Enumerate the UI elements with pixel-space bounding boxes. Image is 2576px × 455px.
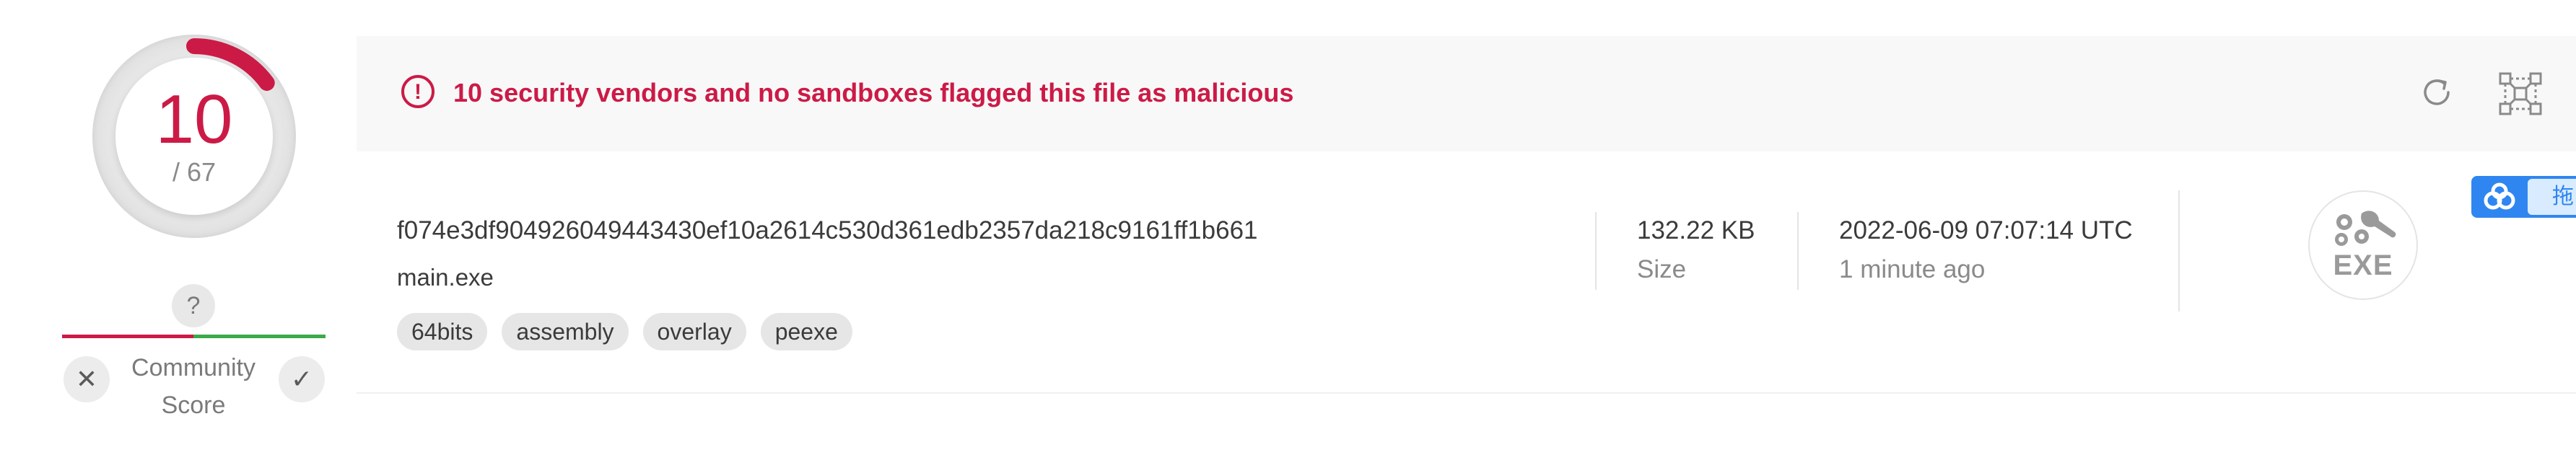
file-hash[interactable]: f074e3df904926049443430ef10a2614c530d361… — [397, 216, 1258, 245]
divider — [1797, 212, 1799, 290]
file-type-label: EXE — [2333, 249, 2393, 281]
file-tag[interactable]: assembly — [502, 313, 629, 350]
file-size-value: 132.22 KB — [1637, 216, 1755, 244]
community-score-value: ? — [172, 284, 215, 327]
side-widget-label[interactable]: 拖 — [2528, 179, 2576, 215]
exclamation-circle-icon: ! — [401, 75, 435, 108]
file-tag[interactable]: peexe — [760, 313, 852, 350]
file-tag[interactable]: overlay — [642, 313, 746, 350]
check-icon: ✓ — [290, 364, 313, 394]
detection-score: 10 — [155, 81, 233, 158]
file-name: main.exe — [397, 264, 494, 291]
divider — [2178, 190, 2180, 312]
vote-harmless-button[interactable]: ✓ — [279, 356, 325, 402]
community-score-bar-harmless — [193, 335, 326, 338]
file-details-card — [357, 151, 2576, 394]
graph-nodes-icon[interactable] — [2497, 71, 2544, 117]
exe-gears-icon — [2308, 190, 2418, 300]
cloud-logo-icon — [2484, 182, 2515, 210]
file-tags: 64bits assembly overlay peexe — [397, 313, 852, 350]
file-size-label: Size — [1637, 255, 1687, 283]
community-score-label: Community Score — [131, 354, 256, 419]
community-score-bar-malicious — [62, 335, 193, 338]
close-icon: ✕ — [75, 364, 98, 394]
vote-malicious-button[interactable]: ✕ — [64, 356, 110, 402]
file-tag[interactable]: 64bits — [397, 313, 488, 350]
refresh-icon[interactable] — [2416, 72, 2457, 112]
last-analysis-relative: 1 minute ago — [1839, 255, 1986, 283]
detection-alert-message: 10 security vendors and no sandboxes fla… — [453, 78, 1294, 107]
last-analysis-date: 2022-06-09 07:07:14 UTC — [1839, 216, 2133, 244]
detection-total: / 67 — [172, 157, 217, 187]
divider — [1595, 212, 1597, 290]
